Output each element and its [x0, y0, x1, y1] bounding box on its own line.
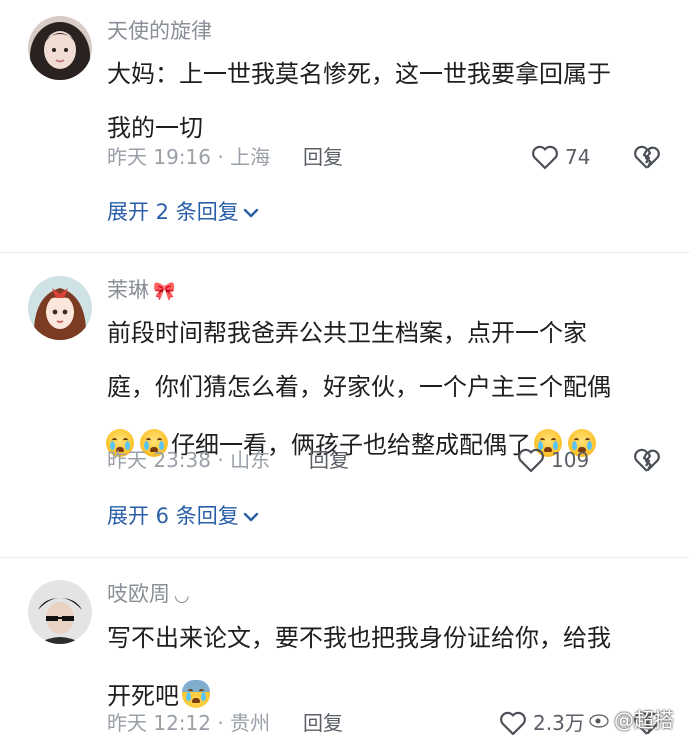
watermark: @超搭	[589, 704, 674, 733]
timestamp-location: 昨天 23:38 · 山东	[107, 448, 271, 472]
avatar[interactable]	[28, 16, 92, 80]
heart-icon	[532, 145, 558, 170]
heart-icon	[518, 448, 544, 473]
reply-button[interactable]: 回复	[303, 709, 343, 737]
broken-heart-icon[interactable]	[633, 447, 661, 473]
comment-line: 开死吧	[107, 680, 667, 709]
comment-item: 吱欧周 ◡ 写不出来论文，要不我也把我身份证给你，给我 开死吧 昨天 12:12 …	[0, 560, 690, 741]
username-text[interactable]: 吱欧周	[107, 582, 170, 606]
comment-item: 天使的旋律 大妈：上一世我莫名惨死，这一世我要拿回属于 我的一切 昨天 19:1…	[0, 0, 690, 250]
broken-heart-icon[interactable]	[633, 144, 661, 170]
like-count: 74	[565, 145, 591, 169]
like-count: 2.3万	[533, 711, 585, 735]
comment-line: 大妈：上一世我莫名惨死，这一世我要拿回属于	[107, 60, 611, 88]
comment-meta: 昨天 19:16 · 上海 回复 74	[107, 143, 667, 171]
comment-text: 大妈：上一世我莫名惨死，这一世我要拿回属于 我的一切	[107, 62, 667, 145]
expand-replies-link[interactable]: 展开 6 条回复	[107, 506, 259, 527]
username[interactable]: 吱欧周 ◡	[107, 584, 190, 605]
like-button[interactable]: 74	[531, 143, 590, 171]
comment-item: 茉琳 🎀 前段时间帮我爸弄公共卫生档案，点开一个家 庭，你们猜怎么着，好家伙，一个…	[0, 256, 690, 556]
username-text[interactable]: 天使的旋律	[107, 19, 212, 43]
expand-replies-label[interactable]: 展开 2 条回复	[107, 202, 239, 223]
weibo-logo-icon	[589, 713, 609, 728]
avatar[interactable]	[28, 276, 92, 340]
comment-line: 写不出来论文，要不我也把我身份证给你，给我	[107, 624, 611, 652]
comment-line: 庭，你们猜怎么着，好家伙，一个户主三个配偶	[107, 373, 611, 401]
avatar[interactable]	[28, 580, 92, 644]
expand-replies-link[interactable]: 展开 2 条回复	[107, 202, 259, 223]
comment-meta: 昨天 23:38 · 山东 回复 109	[107, 446, 667, 474]
comment-line: 前段时间帮我爸弄公共卫生档案，点开一个家	[107, 319, 587, 347]
reply-button[interactable]: 回复	[309, 446, 349, 474]
smile-mark: ◡	[174, 585, 190, 606]
heart-icon	[500, 711, 526, 736]
timestamp-location: 昨天 19:16 · 上海	[107, 145, 271, 169]
like-button[interactable]: 2.3万	[499, 709, 585, 737]
reply-button[interactable]: 回复	[303, 143, 343, 171]
like-count: 109	[551, 448, 590, 472]
comment-text: 写不出来论文，要不我也把我身份证给你，给我 开死吧	[107, 626, 667, 709]
username[interactable]: 茉琳 🎀	[107, 280, 175, 301]
comment-line: 我的一切	[107, 114, 203, 142]
bow-icon: 🎀	[153, 281, 176, 302]
comment-line-text: 开死吧	[107, 682, 179, 710]
expand-replies-label[interactable]: 展开 6 条回复	[107, 506, 239, 527]
crying-face-emoji-icon	[182, 680, 210, 708]
comment-meta: 昨天 12:12 · 贵州 回复 2.3万	[107, 709, 667, 737]
divider	[0, 557, 690, 558]
like-button[interactable]: 109	[517, 446, 589, 474]
watermark-text: @超搭	[614, 708, 674, 732]
chevron-down-icon	[243, 512, 258, 521]
chevron-down-icon	[243, 208, 258, 217]
comment-text: 前段时间帮我爸弄公共卫生档案，点开一个家 庭，你们猜怎么着，好家伙，一个户主三个…	[106, 319, 667, 458]
username[interactable]: 天使的旋律	[107, 21, 212, 42]
divider	[0, 252, 690, 253]
username-text[interactable]: 茉琳	[107, 278, 149, 302]
timestamp-location: 昨天 12:12 · 贵州	[107, 711, 271, 735]
